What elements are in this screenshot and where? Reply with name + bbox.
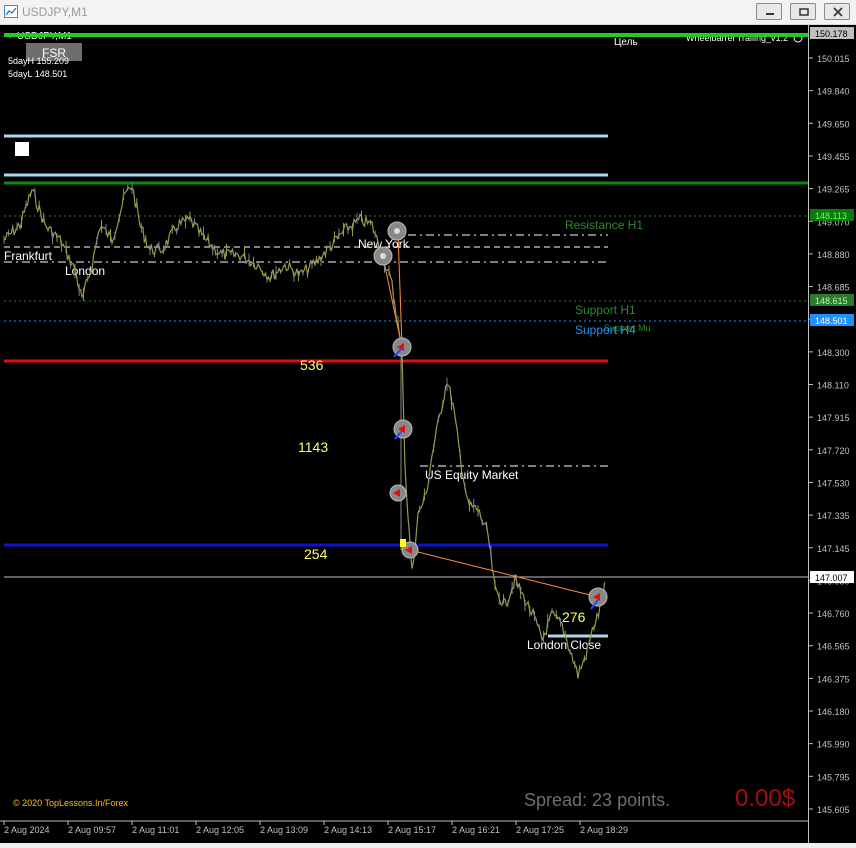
- time-tick-label: 2 Aug 11:01: [132, 825, 179, 835]
- price-tick-label: 147.915: [817, 413, 850, 423]
- price-series: [3, 181, 606, 679]
- price-tick-label: 147.335: [817, 511, 850, 521]
- minimize-icon: [766, 13, 774, 15]
- resistance-h1-label: Resistance H1: [565, 218, 643, 232]
- price-tag-label: 148.615: [815, 296, 848, 306]
- trade-marker-icon: [392, 337, 412, 358]
- price-tag-label: 148.113: [815, 211, 847, 221]
- white-square-marker[interactable]: [15, 142, 29, 156]
- trade-marker-icon: [393, 419, 413, 440]
- price-tick-label: 145.795: [817, 772, 850, 782]
- price-tick-label: 148.685: [817, 283, 850, 293]
- time-tick-label: 2 Aug 15:17: [388, 825, 436, 835]
- london-label: London: [65, 264, 105, 278]
- spread-label: Spread: 23 points.: [524, 790, 670, 810]
- trade-marker-icon: [387, 221, 407, 241]
- price-tick-label: 147.720: [817, 446, 850, 456]
- window-title: USDJPY,M1: [22, 5, 88, 19]
- price-tag-label: 147.007: [815, 573, 848, 583]
- window-titlebar: USDJPY,M1: [0, 0, 856, 25]
- chart-area[interactable]: USDJPY,M1 FSR 5dayH 155.209 5dayL 148.50…: [0, 25, 856, 843]
- target-label: Цель: [614, 37, 638, 48]
- minimize-button[interactable]: [756, 3, 782, 20]
- price-tick-label: 146.180: [817, 707, 850, 717]
- price-chart[interactable]: USDJPY,M1 FSR 5dayH 155.209 5dayL 148.50…: [0, 25, 856, 843]
- price-tick-label: 147.145: [817, 544, 850, 554]
- chart-window-icon: [4, 5, 18, 18]
- price-tick-label: 147.530: [817, 478, 850, 488]
- support-h1-label: Support H1: [575, 303, 636, 317]
- trade-connector-line: [409, 549, 599, 598]
- price-tick-label: 145.605: [817, 805, 850, 815]
- move-label: 254: [304, 546, 328, 562]
- us-equity-label: US Equity Market: [425, 468, 519, 482]
- price-tick-label: 148.880: [817, 250, 850, 260]
- close-icon: [833, 7, 843, 17]
- price-series-line: [3, 186, 606, 679]
- restore-icon: [799, 8, 809, 16]
- price-tag-label: 150.178: [815, 29, 848, 39]
- time-tick-label: 2 Aug 16:21: [452, 825, 500, 835]
- profit-label: 0.00$: [735, 785, 795, 812]
- move-label: 1143: [298, 439, 328, 455]
- price-tick-label: 146.565: [817, 642, 850, 652]
- close-button[interactable]: [824, 3, 850, 20]
- level-labels: Resistance H1 Support H1 Support Mu Supp…: [565, 218, 651, 337]
- move-label: 536: [300, 357, 324, 373]
- price-axis: 150.015149.840149.650149.455149.265149.0…: [809, 27, 854, 815]
- time-tick-label: 2 Aug 18:29: [580, 825, 628, 835]
- support-h4-label: Support H4: [575, 323, 636, 337]
- time-tick-label: 2 Aug 12:05: [196, 825, 244, 835]
- price-tick-label: 149.650: [817, 119, 850, 129]
- price-tick-label: 145.990: [817, 740, 850, 750]
- move-labels: 536 1143 254 276: [298, 357, 586, 625]
- chart-footer: © 2020 TopLessons.In/Forex Spread: 23 po…: [13, 785, 795, 812]
- price-tick-label: 149.840: [817, 87, 850, 97]
- time-tick-label: 2 Aug 17:25: [516, 825, 564, 835]
- move-label: 276: [562, 609, 586, 625]
- chart-header: USDJPY,M1 FSR 5dayH 155.209 5dayL 148.50…: [7, 31, 803, 79]
- price-tick-label: 148.300: [817, 348, 850, 358]
- price-tag-label: 148.501: [815, 316, 848, 326]
- price-tick-label: 150.015: [817, 54, 850, 64]
- five-day-high: 5dayH 155.209: [8, 56, 69, 66]
- time-tick-label: 2 Aug 13:09: [260, 825, 308, 835]
- trade-marker-icon: [373, 246, 393, 266]
- five-day-low: 5dayL 148.501: [8, 69, 67, 79]
- price-tick-label: 146.375: [817, 674, 850, 684]
- restore-button[interactable]: [790, 3, 816, 20]
- price-tick-label: 149.455: [817, 152, 850, 162]
- copyright-label: © 2020 TopLessons.In/Forex: [13, 798, 129, 808]
- frankfurt-label: Frankfurt: [4, 249, 53, 263]
- price-axis-panel[interactable]: 150.015 149.840 149.650 149.455 149.265 149.0…: [808, 25, 856, 843]
- price-tick-label: 146.760: [817, 609, 850, 619]
- price-tick-label: 148.110: [817, 381, 849, 391]
- time-tick-label: 2 Aug 09:57: [68, 825, 116, 835]
- trade-marker-icon: [588, 587, 608, 610]
- time-tick-label: 2 Aug 14:13: [324, 825, 372, 835]
- time-tick-label: 2 Aug 2024: [4, 825, 50, 835]
- price-tick-label: 149.265: [817, 185, 850, 195]
- time-axis: 2 Aug 2024 2 Aug 09:57 2 Aug 11:01 2 Aug 12…: [0, 820, 808, 835]
- trade-marker-icon: [389, 484, 407, 502]
